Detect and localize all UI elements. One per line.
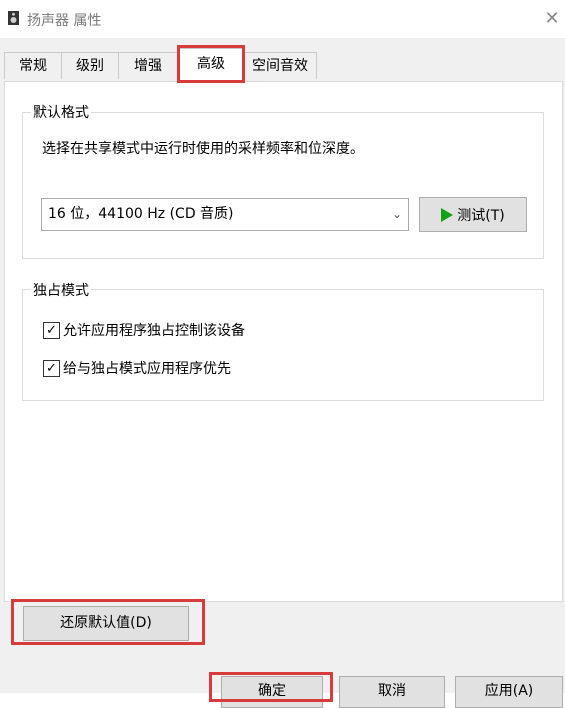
test-button-label: 测试(T) bbox=[457, 207, 505, 224]
tab-advanced[interactable]: 高级 bbox=[178, 48, 244, 82]
exclusive-mode-group bbox=[22, 289, 544, 401]
close-button[interactable]: ✕ bbox=[539, 6, 565, 32]
format-description: 选择在共享模式中运行时使用的采样频率和位深度。 bbox=[42, 141, 364, 157]
window-title: 扬声器 属性 bbox=[27, 13, 102, 29]
tab-enhancements[interactable]: 增强 bbox=[118, 52, 178, 79]
tab-levels[interactable]: 级别 bbox=[61, 52, 119, 79]
format-select-value: 16 位，44100 Hz (CD 音质) bbox=[48, 206, 234, 222]
exclusive-mode-legend: 独占模式 bbox=[31, 280, 91, 300]
chevron-down-icon: ⌄ bbox=[391, 207, 402, 221]
play-icon bbox=[441, 207, 454, 222]
allow-exclusive-checkbox-row[interactable]: ✓ 允许应用程序独占控制该设备 bbox=[43, 320, 245, 340]
default-format-group bbox=[22, 112, 544, 259]
default-format-legend: 默认格式 bbox=[31, 102, 91, 122]
allow-exclusive-label: 允许应用程序独占控制该设备 bbox=[63, 323, 245, 339]
format-select[interactable]: 16 位，44100 Hz (CD 音质) ⌄ bbox=[41, 198, 409, 231]
exclusive-priority-label: 给与独占模式应用程序优先 bbox=[63, 361, 231, 377]
speaker-icon bbox=[8, 11, 19, 25]
test-button[interactable]: 测试(T) bbox=[419, 197, 527, 232]
test-button-content: 测试(T) bbox=[420, 198, 526, 231]
apply-button[interactable]: 应用(A) bbox=[455, 676, 563, 708]
exclusive-priority-checkbox[interactable]: ✓ bbox=[43, 359, 60, 377]
cancel-button[interactable]: 取消 bbox=[339, 676, 445, 708]
allow-exclusive-checkbox[interactable]: ✓ bbox=[43, 321, 60, 339]
exclusive-priority-checkbox-row[interactable]: ✓ 给与独占模式应用程序优先 bbox=[43, 358, 231, 378]
restore-defaults-button[interactable]: 还原默认值(D) bbox=[23, 606, 189, 641]
tab-general[interactable]: 常规 bbox=[4, 52, 62, 79]
ok-button[interactable]: 确定 bbox=[221, 676, 323, 708]
tab-spatial-sound[interactable]: 空间音效 bbox=[243, 52, 317, 79]
